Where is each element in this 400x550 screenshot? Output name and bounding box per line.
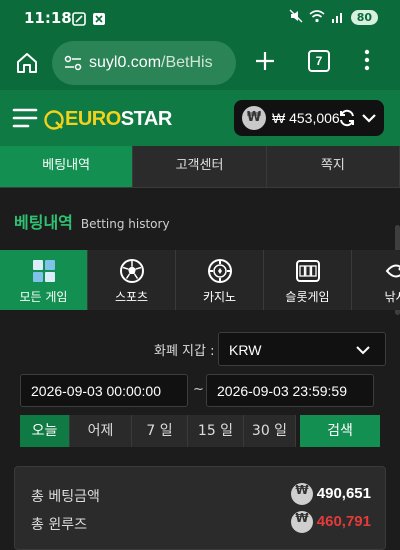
game-category-tabs: 모든 게임 스포츠 카지노 슬롯게임 낚시	[0, 250, 400, 310]
date-from-input[interactable]: 2026-09-03 00:00:00	[20, 374, 188, 407]
range-15days-button[interactable]: 15 일	[188, 415, 244, 447]
range-7days-button[interactable]: 7 일	[132, 415, 188, 447]
category-sports[interactable]: 스포츠	[88, 250, 176, 310]
category-casino[interactable]: 카지노	[176, 250, 264, 310]
chevron-down-icon	[355, 342, 371, 362]
won-coin-icon: ₩	[291, 483, 313, 505]
date-to-input[interactable]: 2026-09-03 23:59:59	[206, 374, 374, 407]
total-winloss-label: 총 윈루즈	[31, 517, 87, 533]
logo-mark-icon	[44, 109, 64, 130]
overflow-menu-icon[interactable]	[364, 49, 370, 75]
status-time: 11:18	[24, 9, 72, 27]
category-label: 스포츠	[114, 290, 149, 304]
hamburger-menu-icon[interactable]	[12, 106, 38, 134]
site-settings-icon[interactable]	[64, 55, 82, 75]
app-notification-icon	[92, 11, 106, 30]
home-icon[interactable]	[14, 50, 40, 76]
range-today-button[interactable]: 오늘	[20, 415, 70, 447]
total-bet-label: 총 베팅금액	[31, 489, 100, 505]
fish-icon	[383, 258, 400, 284]
site-logo[interactable]: EUROSTAR	[43, 108, 172, 131]
currency-select[interactable]: KRW	[218, 332, 386, 366]
page-title: 베팅내역 Betting history	[14, 209, 170, 233]
quick-range-buttons: 오늘 어제 7 일 15 일 30 일 검색	[20, 415, 380, 447]
casino-chip-icon	[207, 258, 233, 284]
category-all-games[interactable]: 모든 게임	[0, 250, 88, 310]
top-tabs: 베팅내역 고객센터 쪽지	[0, 146, 400, 188]
logo-text-star: STAR	[120, 108, 172, 130]
total-winloss-value: 460,791	[316, 513, 371, 530]
currency-value: KRW	[229, 342, 262, 358]
balance-widget[interactable]: ₩ ₩ 453,006	[234, 100, 384, 136]
page-title-english: Betting history	[80, 217, 170, 231]
won-coin-icon: ₩	[242, 106, 266, 130]
category-label: 카지노	[202, 290, 237, 304]
browser-toolbar: suyl0.com/BetHis 7	[0, 36, 400, 90]
logo-text-euro: EURO	[65, 108, 121, 130]
chevron-down-icon[interactable]	[361, 110, 377, 130]
total-winloss-row: 총 윈루즈 ₩ 460,791	[31, 511, 371, 533]
total-bet-value: 490,651	[316, 485, 371, 502]
refresh-icon[interactable]	[337, 108, 357, 132]
page-title-korean: 베팅내역	[14, 213, 73, 232]
tab-messages[interactable]: 쪽지	[267, 146, 400, 187]
category-label: 슬롯게임	[285, 290, 330, 304]
mute-icon	[289, 9, 303, 26]
signal-icon	[331, 10, 345, 26]
slot-machine-icon	[295, 258, 321, 284]
range-yesterday-button[interactable]: 어제	[70, 415, 132, 447]
grid-icon	[31, 258, 57, 284]
category-label: 낚시	[384, 290, 400, 304]
won-coin-icon: ₩	[291, 511, 313, 533]
currency-wallet-label: 화폐 지갑 :	[154, 344, 215, 359]
wifi-icon	[309, 9, 325, 26]
category-slots[interactable]: 슬롯게임	[264, 250, 352, 310]
tab-customer-center[interactable]: 고객센터	[133, 146, 267, 187]
total-bet-row: 총 베팅금액 ₩ 490,651	[31, 483, 371, 505]
bet-summary-panel: 총 베팅금액 ₩ 490,651 총 윈루즈 ₩ 460,791	[14, 466, 386, 550]
tab-betting-history[interactable]: 베팅내역	[0, 146, 134, 187]
notification-icon	[72, 11, 86, 30]
status-icons: 80	[289, 9, 378, 26]
new-tab-icon[interactable]	[252, 48, 278, 74]
category-label: 모든 게임	[19, 290, 68, 304]
category-fishing[interactable]: 낚시	[352, 250, 400, 310]
range-30days-button[interactable]: 30 일	[244, 415, 296, 447]
balance-amount: ₩ 453,006	[272, 110, 340, 126]
battery-level: 80	[350, 10, 378, 25]
address-bar[interactable]: suyl0.com/BetHis	[52, 41, 236, 85]
status-bar: 11:18 80	[0, 0, 400, 36]
date-range-separator: ~	[193, 382, 204, 397]
tab-count-button[interactable]: 7	[308, 50, 330, 72]
site-header: EUROSTAR ₩ ₩ 453,006	[0, 90, 400, 146]
soccer-ball-icon	[119, 258, 145, 284]
search-button[interactable]: 검색	[300, 415, 380, 447]
url-text: suyl0.com/BetHis	[89, 54, 213, 71]
